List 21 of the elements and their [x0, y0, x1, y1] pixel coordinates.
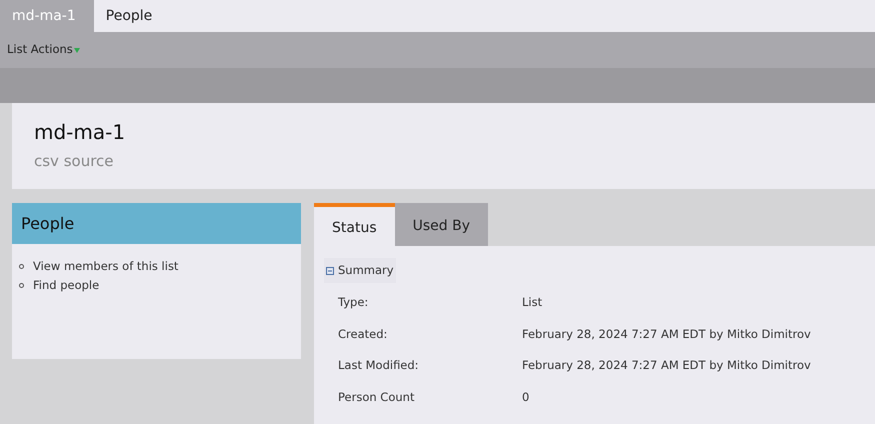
- panel-link[interactable]: View members of this list: [33, 258, 178, 276]
- list-subtitle: csv source: [34, 151, 114, 172]
- bullet-icon: [19, 264, 24, 270]
- field-value: February 28, 2024 7:27 AM EDT by Mitko Dimitrov: [522, 357, 811, 374]
- list-title: md-ma-1: [34, 119, 126, 146]
- field-label: Person Count: [338, 388, 416, 406]
- detail-tab[interactable]: Used By: [394, 203, 488, 246]
- field-value: February 28, 2024 7:27 AM EDT by Mitko Dimitrov: [522, 326, 811, 343]
- field-label: Last Modified:: [338, 357, 420, 374]
- detail-tab[interactable]: Status: [314, 203, 395, 246]
- field-label: Created:: [338, 326, 388, 343]
- panel-title: People: [21, 212, 74, 234]
- caret-icon: [74, 48, 80, 52]
- summary-toggle[interactable]: Summary: [324, 258, 396, 284]
- panel-link[interactable]: Find people: [33, 277, 100, 294]
- list-actions-menu[interactable]: List Actions: [7, 41, 80, 59]
- collapse-icon: [326, 266, 334, 275]
- field-value: List: [522, 294, 542, 312]
- field-value: 0: [522, 388, 530, 406]
- field-label: Type:: [338, 294, 370, 312]
- bullet-icon: [19, 283, 24, 288]
